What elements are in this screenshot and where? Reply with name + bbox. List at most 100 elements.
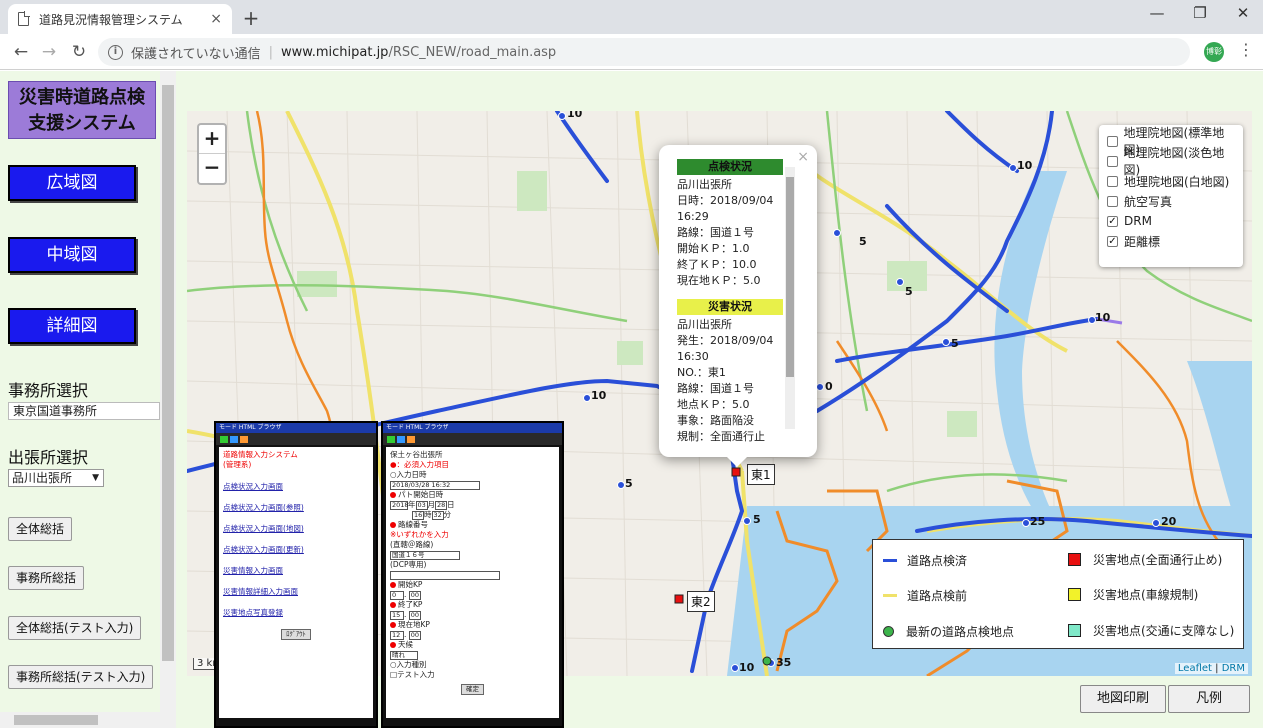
- office-summary-button[interactable]: 事務所総括: [8, 566, 85, 590]
- disaster-status-header: 災害状況: [677, 299, 783, 315]
- signal-icon: [230, 435, 238, 443]
- signal-icon: [397, 435, 405, 443]
- current-kp-field[interactable]: 12: [390, 630, 404, 640]
- antenna-icon: [407, 435, 415, 443]
- start-kp-label: 開始KP: [398, 580, 423, 589]
- tab-bar: 道路見況情報管理システム × + — ❐ ✕: [0, 0, 1263, 34]
- document-icon: [18, 11, 30, 26]
- phone-status-bar: [383, 433, 562, 445]
- all-summary-button[interactable]: 全体総括: [8, 517, 73, 541]
- phone-menu-link[interactable]: 災害情報入力画面: [223, 566, 369, 576]
- browser-toolbar: ← → ↻ i 保護されていない通信 | www.michipat.jp/RSC…: [0, 34, 1263, 93]
- zoom-in-button[interactable]: +: [199, 125, 225, 154]
- legend-button[interactable]: 凡例: [1168, 685, 1250, 713]
- checkbox-checked-icon[interactable]: ✓: [1107, 235, 1118, 247]
- phone-logout-button[interactable]: ﾛｸﾞｱｳﾄ: [281, 629, 311, 640]
- wide-area-map-button[interactable]: 広域図: [8, 165, 136, 201]
- phone-menu-link[interactable]: 点検状況入力画面(更新): [223, 545, 369, 555]
- layer-option[interactable]: 地理院地図(淡色地図): [1107, 146, 1235, 177]
- detail-map-button[interactable]: 詳細図: [8, 308, 136, 344]
- phone-menu-link[interactable]: 点検状況入力画面: [223, 482, 369, 492]
- phone-menu-link[interactable]: 点検状況入力画面(参照): [223, 503, 369, 513]
- km-marker-label: 20: [1161, 515, 1177, 528]
- patrol-year-field[interactable]: 2018: [390, 500, 409, 510]
- disaster-line: NO.：東1: [677, 366, 726, 379]
- test-input-label: テスト入力: [397, 670, 435, 679]
- phone-submit-button[interactable]: 確定: [461, 684, 484, 695]
- blue-line-icon: [883, 559, 897, 562]
- checkbox-icon[interactable]: [1107, 195, 1118, 207]
- km-marker-label: 5: [625, 477, 633, 490]
- checkbox-checked-icon[interactable]: ✓: [1107, 215, 1118, 227]
- start-kp-field[interactable]: 0: [390, 590, 404, 600]
- popup-close-icon[interactable]: ×: [797, 149, 809, 165]
- browser-tab[interactable]: 道路見況情報管理システム ×: [8, 4, 232, 34]
- yellow-square-icon: [1068, 588, 1081, 601]
- disaster-marker-label-1[interactable]: 東1: [747, 464, 775, 485]
- patrol-hour-field[interactable]: 16: [412, 510, 424, 520]
- km-marker-label: 5: [905, 285, 913, 298]
- divider: |: [268, 44, 274, 60]
- layer-option[interactable]: 地理院地図(白地図): [1107, 171, 1235, 191]
- forward-icon[interactable]: →: [36, 40, 62, 64]
- required-dot-icon: [390, 602, 396, 608]
- all-summary-test-button[interactable]: 全体総括(テスト入力): [8, 616, 142, 640]
- office-select-label: 事務所選択: [8, 381, 89, 400]
- dropdown-arrow-icon: ▼: [92, 473, 99, 483]
- back-icon[interactable]: ←: [8, 40, 34, 64]
- disaster-status-lines: 品川出張所 発生：2018/09/04 16:30 NO.：東1 路線：国道１号 地点ＫＰ…: [677, 317, 783, 445]
- sidebar-vertical-scrollbar[interactable]: [160, 71, 176, 728]
- input-datetime-field[interactable]: 2018/03/28 16:32: [390, 480, 480, 490]
- new-tab-button[interactable]: +: [240, 6, 262, 30]
- mid-area-map-button[interactable]: 中域図: [8, 237, 136, 273]
- route-select[interactable]: 国道１６号: [390, 550, 460, 560]
- address-bar[interactable]: i 保護されていない通信 | www.michipat.jp/RSC_NEW/r…: [98, 38, 1190, 66]
- layer-option[interactable]: ✓ DRM: [1107, 211, 1235, 231]
- start-kp-m-field[interactable]: 00: [408, 590, 421, 600]
- phone-menu-link[interactable]: 災害地点写真登録: [223, 608, 369, 618]
- leaflet-link[interactable]: Leaflet: [1178, 663, 1212, 674]
- restore-icon[interactable]: ❐: [1185, 4, 1215, 22]
- popup-scrollbar[interactable]: [785, 167, 795, 429]
- tab-close-icon[interactable]: ×: [210, 11, 222, 27]
- weather-label: 天候: [398, 640, 413, 649]
- reload-icon[interactable]: ↻: [66, 40, 92, 64]
- end-kp-m-field[interactable]: 00: [408, 610, 421, 620]
- window-close-icon[interactable]: ✕: [1228, 4, 1258, 22]
- drm-link[interactable]: DRM: [1222, 663, 1245, 674]
- phone-required-note: ●：必須入力項目: [390, 460, 450, 469]
- phone-system-name: 道路情報入力システム: [223, 450, 298, 459]
- layer-option[interactable]: 航空写真: [1107, 191, 1235, 211]
- phone-screenshot-menu: モード HTML ブラウザ 道路情報入力システム (管理系) 点検状況入力画面点…: [214, 421, 378, 728]
- green-dot-icon: [883, 626, 894, 637]
- km-marker-label: 10: [591, 389, 607, 402]
- profile-avatar[interactable]: 博彰: [1204, 42, 1224, 62]
- end-kp-field[interactable]: 15: [390, 610, 404, 620]
- print-map-button[interactable]: 地図印刷: [1080, 685, 1166, 713]
- checkbox-icon[interactable]: [1107, 175, 1118, 187]
- km-marker-label: 5: [753, 513, 761, 526]
- inspection-line: 日時：2018/09/04: [677, 194, 774, 207]
- phone-menu-link[interactable]: 点検状況入力画面(地図): [223, 524, 369, 534]
- patrol-start-label: パト開始日時: [398, 490, 444, 499]
- minimize-icon[interactable]: —: [1142, 4, 1172, 22]
- office-select-input[interactable]: 東京国道事務所: [8, 402, 160, 420]
- weather-select[interactable]: 晴れ: [390, 650, 418, 660]
- office-summary-test-button[interactable]: 事務所総括(テスト入力): [8, 665, 154, 689]
- phone-menu-link[interactable]: 災害情報詳細入力画面: [223, 587, 369, 597]
- info-icon[interactable]: i: [108, 44, 123, 60]
- zoom-out-button[interactable]: −: [199, 154, 225, 183]
- current-kp-m-field[interactable]: 00: [408, 630, 421, 640]
- menu-kebab-icon[interactable]: ⋮: [1238, 40, 1254, 59]
- layer-option[interactable]: ✓ 距離標: [1107, 231, 1235, 251]
- patrol-month-field[interactable]: 03: [415, 500, 428, 510]
- sidebar-horizontal-scrollbar[interactable]: [0, 712, 160, 728]
- logo-line-2: 支援システム: [28, 113, 136, 134]
- branch-select[interactable]: 品川出張所 ▼: [8, 469, 104, 487]
- checkbox-icon[interactable]: [1107, 135, 1118, 147]
- checkbox-icon[interactable]: [1107, 155, 1118, 167]
- patrol-min-field[interactable]: 32: [431, 510, 444, 520]
- dcp-select[interactable]: [390, 570, 500, 580]
- disaster-marker-label-2[interactable]: 東2: [687, 591, 715, 612]
- patrol-day-field[interactable]: 28: [435, 500, 447, 510]
